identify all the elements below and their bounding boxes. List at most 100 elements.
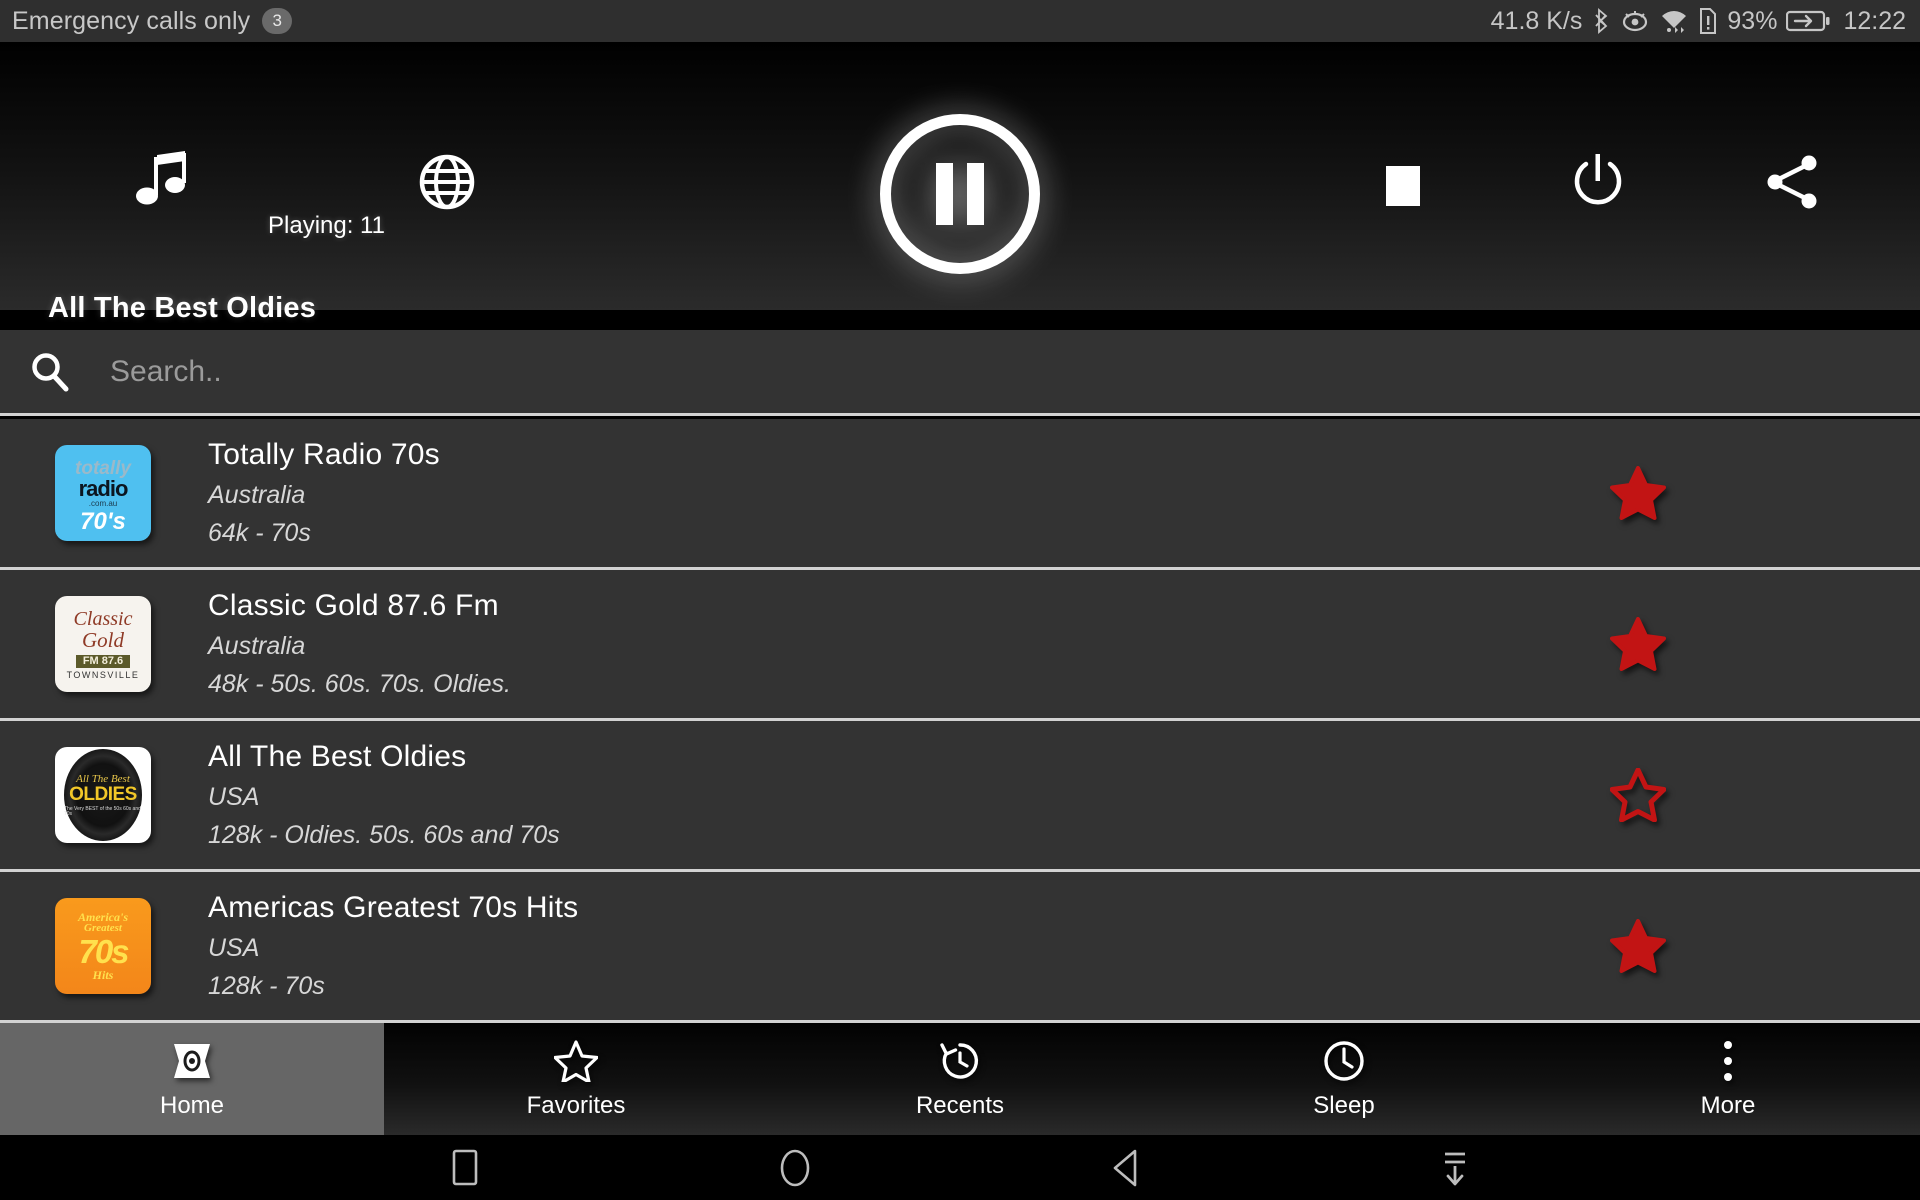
star-outline-icon xyxy=(554,1038,598,1084)
favorite-cell[interactable] xyxy=(1590,919,1920,973)
tab-sleep[interactable]: Sleep xyxy=(1152,1023,1536,1135)
logo-line-1: Classic xyxy=(73,607,133,630)
station-logo-cell: America's Greatest 70s Hits xyxy=(0,898,206,994)
station-info: Americas Greatest 70s Hits USA 128k - 70… xyxy=(206,891,1590,1001)
search-bar[interactable] xyxy=(0,330,1920,416)
tab-home-label: Home xyxy=(159,1092,225,1119)
favorite-star-filled-icon[interactable] xyxy=(1610,617,1666,671)
player-header: Playing: 11 All The Best Oldies xyxy=(0,42,1920,324)
table-row[interactable]: America's Greatest 70s Hits Americas Gre… xyxy=(0,872,1920,1023)
tab-favorites-label: Favorites xyxy=(526,1092,626,1119)
favorite-star-filled-icon[interactable] xyxy=(1610,466,1666,520)
logo-line-4: 70's xyxy=(80,507,126,535)
station-logo-cell: Classic Gold FM 87.6 TOWNSVILLE xyxy=(0,596,206,692)
station-meta: 64k - 70s xyxy=(208,519,311,547)
favorite-cell[interactable] xyxy=(1590,466,1920,520)
station-logo: All The Best OLDIES The Very BEST of the… xyxy=(55,747,151,843)
pause-button-circle xyxy=(880,114,1040,274)
vinyl-disc-art: All The Best OLDIES The Very BEST of the… xyxy=(64,749,142,841)
station-country: USA xyxy=(208,783,260,811)
favorite-cell[interactable] xyxy=(1590,617,1920,671)
favorite-star-outline-icon[interactable] xyxy=(1610,768,1666,822)
logo-line-2: OLDIES xyxy=(69,785,137,804)
current-station-title: All The Best Oldies xyxy=(48,292,317,324)
station-logo: Classic Gold FM 87.6 TOWNSVILLE xyxy=(55,596,151,692)
tab-sleep-label: Sleep xyxy=(1313,1092,1375,1119)
stop-icon[interactable] xyxy=(1368,150,1438,220)
logo-line-2: radio xyxy=(78,475,129,501)
station-name: Totally Radio 70s xyxy=(208,438,440,471)
table-row[interactable]: Classic Gold FM 87.6 TOWNSVILLE Classic … xyxy=(0,570,1920,721)
overflow-menu-icon xyxy=(1720,1038,1736,1084)
home-circle-icon[interactable] xyxy=(760,1142,830,1194)
power-icon[interactable] xyxy=(1563,147,1633,217)
hide-navbar-icon[interactable] xyxy=(1420,1142,1490,1194)
logo-line-3: 70s xyxy=(78,933,129,970)
playing-count-label: Playing: 11 xyxy=(268,212,385,239)
station-meta: 128k - 70s xyxy=(208,972,325,1000)
logo-line-3: .com.au xyxy=(88,498,118,508)
battery-percent-label: 93% xyxy=(1727,6,1778,35)
status-bar-right: 41.8 K/s 93% 12:22 xyxy=(1491,7,1906,36)
bottom-navigation: Home Favorites Recents Sleep More xyxy=(0,1023,1920,1135)
radio-broadcast-icon xyxy=(170,1038,214,1084)
favorite-cell[interactable] xyxy=(1590,768,1920,822)
app-root: Emergency calls only 3 41.8 K/s 93% 12:2… xyxy=(0,0,1920,1200)
recents-square-icon[interactable] xyxy=(430,1142,500,1194)
clock-icon xyxy=(1322,1038,1366,1084)
station-country: Australia xyxy=(208,632,306,660)
logo-line-2: Gold xyxy=(82,627,124,652)
tab-home[interactable]: Home xyxy=(0,1023,384,1135)
station-meta: 48k - 50s. 60s. 70s. Oldies. xyxy=(208,670,511,698)
status-bar-left: Emergency calls only 3 xyxy=(12,6,293,36)
table-row[interactable]: totally radio .com.au 70's Totally Radio… xyxy=(0,419,1920,570)
station-logo: totally radio .com.au 70's xyxy=(55,445,151,541)
bluetooth-icon xyxy=(1595,8,1608,34)
network-speed-label: 41.8 K/s xyxy=(1490,6,1583,35)
wifi-icon xyxy=(1662,11,1687,33)
notification-count-badge: 3 xyxy=(262,8,293,34)
station-country: Australia xyxy=(208,481,306,509)
station-meta: 128k - Oldies. 50s. 60s and 70s xyxy=(208,821,560,849)
station-country: USA xyxy=(208,934,260,962)
globe-icon[interactable] xyxy=(412,147,482,217)
search-input[interactable] xyxy=(110,354,1920,389)
back-triangle-icon[interactable] xyxy=(1090,1142,1160,1194)
station-info: Totally Radio 70s Australia 64k - 70s xyxy=(206,438,1590,548)
logo-line-4: Hits xyxy=(92,968,114,982)
station-name: All The Best Oldies xyxy=(208,740,467,773)
clock-label: 12:22 xyxy=(1843,6,1906,35)
share-icon[interactable] xyxy=(1758,147,1828,217)
station-name: Americas Greatest 70s Hits xyxy=(208,891,579,924)
history-icon xyxy=(938,1038,982,1084)
pause-bar-right xyxy=(967,163,984,225)
tab-favorites[interactable]: Favorites xyxy=(384,1023,768,1135)
tab-more-label: More xyxy=(1700,1092,1756,1119)
tab-recents[interactable]: Recents xyxy=(768,1023,1152,1135)
sim-alert-icon xyxy=(1700,8,1717,34)
logo-line-1: totally xyxy=(75,457,131,479)
logo-line-3: FM 87.6 xyxy=(75,654,131,668)
logo-line-4: TOWNSVILLE xyxy=(66,669,140,680)
music-note-icon[interactable] xyxy=(128,147,198,217)
logo-line-2-text: OLDIES xyxy=(69,783,137,805)
tab-more[interactable]: More xyxy=(1536,1023,1920,1135)
station-list: totally radio .com.au 70's Totally Radio… xyxy=(0,419,1920,1023)
android-navigation-bar xyxy=(0,1135,1920,1200)
station-info: Classic Gold 87.6 Fm Australia 48k - 50s… xyxy=(206,589,1590,699)
station-logo-cell: All The Best OLDIES The Very BEST of the… xyxy=(0,747,206,843)
status-bar: Emergency calls only 3 41.8 K/s 93% 12:2… xyxy=(0,0,1920,42)
pause-bar-left xyxy=(936,163,953,225)
station-logo: America's Greatest 70s Hits xyxy=(55,898,151,994)
pause-icon[interactable] xyxy=(870,104,1050,284)
station-name: Classic Gold 87.6 Fm xyxy=(208,589,499,622)
carrier-label: Emergency calls only xyxy=(12,6,251,35)
tab-recents-label: Recents xyxy=(915,1092,1005,1119)
station-info: All The Best Oldies USA 128k - Oldies. 5… xyxy=(206,740,1590,850)
android-nav-inner xyxy=(430,1142,1490,1194)
search-icon xyxy=(26,348,74,396)
eye-icon xyxy=(1623,11,1648,32)
favorite-star-filled-icon[interactable] xyxy=(1610,919,1666,973)
table-row[interactable]: All The Best OLDIES The Very BEST of the… xyxy=(0,721,1920,872)
station-logo-cell: totally radio .com.au 70's xyxy=(0,445,206,541)
